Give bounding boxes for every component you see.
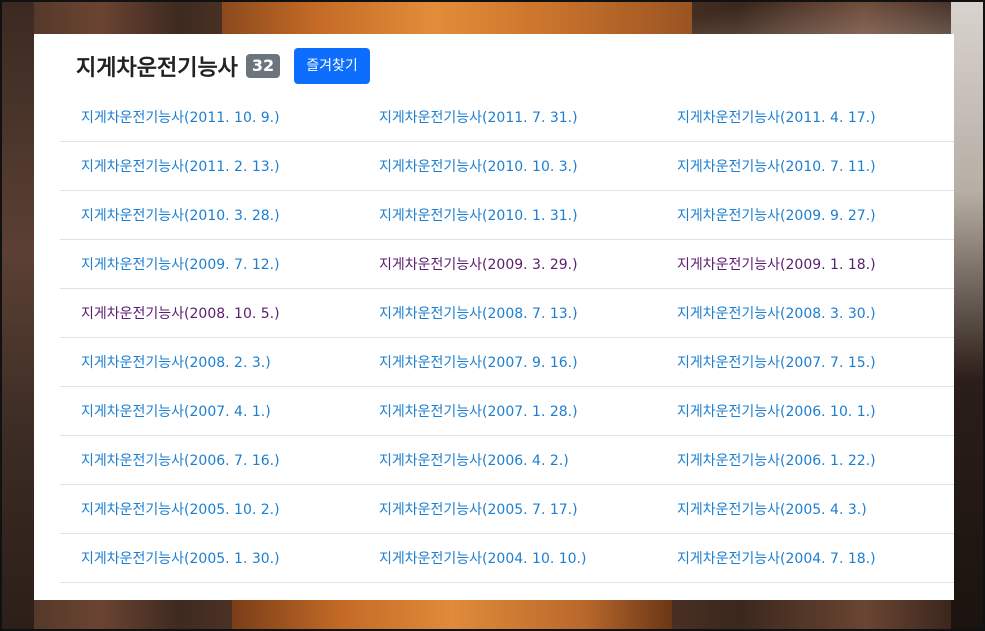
list-item: 지게차운전기능사(2004. 7. 18.) bbox=[656, 548, 954, 568]
list-item: 지게차운전기능사(2008. 3. 30.) bbox=[656, 303, 954, 323]
list-item: 지게차운전기능사(2009. 3. 29.) bbox=[358, 254, 656, 274]
exam-link[interactable]: 지게차운전기능사(2009. 1. 18.) bbox=[677, 257, 876, 273]
exam-link[interactable]: 지게차운전기능사(2009. 7. 12.) bbox=[81, 257, 280, 273]
exam-link[interactable]: 지게차운전기능사(2011. 7. 31.) bbox=[379, 110, 578, 126]
list-item: 지게차운전기능사(2007. 1. 28.) bbox=[358, 401, 656, 421]
table-row: 지게차운전기능사(2008. 2. 3.) 지게차운전기능사(2007. 9. 1… bbox=[60, 338, 954, 387]
exam-link[interactable]: 지게차운전기능사(2010. 7. 11.) bbox=[677, 159, 876, 175]
table-row: 지게차운전기능사(2011. 2. 13.) 지게차운전기능사(2010. 10.… bbox=[60, 142, 954, 191]
list-item: 지게차운전기능사(2007. 4. 1.) bbox=[60, 401, 358, 421]
list-item: 지게차운전기능사(2006. 7. 16.) bbox=[60, 450, 358, 470]
exam-link-grid: 지게차운전기능사(2011. 10. 9.) 지게차운전기능사(2011. 7. … bbox=[60, 93, 954, 583]
exam-link[interactable]: 지게차운전기능사(2007. 1. 28.) bbox=[379, 404, 578, 420]
background-photo-left bbox=[2, 2, 34, 629]
exam-link[interactable]: 지게차운전기능사(2010. 3. 28.) bbox=[81, 208, 280, 224]
exam-link[interactable]: 지게차운전기능사(2007. 4. 1.) bbox=[81, 404, 271, 420]
list-item: 지게차운전기능사(2010. 1. 31.) bbox=[358, 205, 656, 225]
list-item: 지게차운전기능사(2005. 7. 17.) bbox=[358, 499, 656, 519]
table-row: 지게차운전기능사(2005. 1. 30.) 지게차운전기능사(2004. 10.… bbox=[60, 534, 954, 583]
table-row: 지게차운전기능사(2007. 4. 1.) 지게차운전기능사(2007. 1. 2… bbox=[60, 387, 954, 436]
exam-link[interactable]: 지게차운전기능사(2009. 9. 27.) bbox=[677, 208, 876, 224]
background-frame: 지게차운전기능사 32 즐겨찾기 지게차운전기능사(2011. 10. 9.) 지… bbox=[0, 0, 985, 631]
list-item: 지게차운전기능사(2009. 1. 18.) bbox=[656, 254, 954, 274]
exam-link[interactable]: 지게차운전기능사(2008. 7. 13.) bbox=[379, 306, 578, 322]
list-item: 지게차운전기능사(2011. 2. 13.) bbox=[60, 156, 358, 176]
list-item: 지게차운전기능사(2009. 7. 12.) bbox=[60, 254, 358, 274]
exam-link[interactable]: 지게차운전기능사(2005. 1. 30.) bbox=[81, 551, 280, 567]
exam-link[interactable]: 지게차운전기능사(2005. 4. 3.) bbox=[677, 502, 867, 518]
background-photo-bottom bbox=[232, 600, 672, 629]
exam-list-panel: 지게차운전기능사 32 즐겨찾기 지게차운전기능사(2011. 10. 9.) 지… bbox=[34, 34, 954, 600]
list-item: 지게차운전기능사(2005. 10. 2.) bbox=[60, 499, 358, 519]
list-item: 지게차운전기능사(2010. 3. 28.) bbox=[60, 205, 358, 225]
list-item: 지게차운전기능사(2004. 10. 10.) bbox=[358, 548, 656, 568]
table-row: 지게차운전기능사(2006. 7. 16.) 지게차운전기능사(2006. 4. … bbox=[60, 436, 954, 485]
exam-link[interactable]: 지게차운전기능사(2011. 10. 9.) bbox=[81, 110, 280, 126]
count-badge: 32 bbox=[245, 54, 281, 78]
list-item: 지게차운전기능사(2006. 1. 22.) bbox=[656, 450, 954, 470]
exam-link[interactable]: 지게차운전기능사(2009. 3. 29.) bbox=[379, 257, 578, 273]
exam-link[interactable]: 지게차운전기능사(2008. 2. 3.) bbox=[81, 355, 271, 371]
table-row: 지게차운전기능사(2005. 10. 2.) 지게차운전기능사(2005. 7. … bbox=[60, 485, 954, 534]
exam-link[interactable]: 지게차운전기능사(2008. 10. 5.) bbox=[81, 306, 280, 322]
list-item: 지게차운전기능사(2010. 10. 3.) bbox=[358, 156, 656, 176]
exam-link[interactable]: 지게차운전기능사(2005. 10. 2.) bbox=[81, 502, 280, 518]
list-item: 지게차운전기능사(2006. 10. 1.) bbox=[656, 401, 954, 421]
exam-link[interactable]: 지게차운전기능사(2006. 7. 16.) bbox=[81, 453, 280, 469]
exam-link[interactable]: 지게차운전기능사(2006. 10. 1.) bbox=[677, 404, 876, 420]
favorite-button[interactable]: 즐겨찾기 bbox=[294, 48, 370, 84]
exam-link[interactable]: 지게차운전기능사(2008. 3. 30.) bbox=[677, 306, 876, 322]
list-item: 지게차운전기능사(2008. 2. 3.) bbox=[60, 352, 358, 372]
exam-link[interactable]: 지게차운전기능사(2005. 7. 17.) bbox=[379, 502, 578, 518]
exam-link[interactable]: 지게차운전기능사(2010. 1. 31.) bbox=[379, 208, 578, 224]
exam-link[interactable]: 지게차운전기능사(2011. 4. 17.) bbox=[677, 110, 876, 126]
table-row: 지게차운전기능사(2011. 10. 9.) 지게차운전기능사(2011. 7. … bbox=[60, 93, 954, 142]
list-item: 지게차운전기능사(2007. 9. 16.) bbox=[358, 352, 656, 372]
exam-link[interactable]: 지게차운전기능사(2004. 7. 18.) bbox=[677, 551, 876, 567]
list-item: 지게차운전기능사(2009. 9. 27.) bbox=[656, 205, 954, 225]
page-title: 지게차운전기능사 bbox=[76, 56, 238, 81]
background-photo-top bbox=[222, 2, 692, 36]
exam-link[interactable]: 지게차운전기능사(2011. 2. 13.) bbox=[81, 159, 280, 175]
panel-header: 지게차운전기능사 32 즐겨찾기 bbox=[76, 46, 370, 86]
list-item: 지게차운전기능사(2005. 1. 30.) bbox=[60, 548, 358, 568]
exam-link[interactable]: 지게차운전기능사(2007. 7. 15.) bbox=[677, 355, 876, 371]
exam-link[interactable]: 지게차운전기능사(2006. 1. 22.) bbox=[677, 453, 876, 469]
table-row: 지게차운전기능사(2010. 3. 28.) 지게차운전기능사(2010. 1. … bbox=[60, 191, 954, 240]
list-item: 지게차운전기능사(2008. 10. 5.) bbox=[60, 303, 358, 323]
list-item: 지게차운전기능사(2007. 7. 15.) bbox=[656, 352, 954, 372]
table-row: 지게차운전기능사(2009. 7. 12.) 지게차운전기능사(2009. 3. … bbox=[60, 240, 954, 289]
background-photo-right bbox=[951, 2, 983, 629]
exam-link[interactable]: 지게차운전기능사(2010. 10. 3.) bbox=[379, 159, 578, 175]
list-item: 지게차운전기능사(2006. 4. 2.) bbox=[358, 450, 656, 470]
list-item: 지게차운전기능사(2011. 4. 17.) bbox=[656, 107, 954, 127]
list-item: 지게차운전기능사(2011. 7. 31.) bbox=[358, 107, 656, 127]
exam-link[interactable]: 지게차운전기능사(2007. 9. 16.) bbox=[379, 355, 578, 371]
list-item: 지게차운전기능사(2005. 4. 3.) bbox=[656, 499, 954, 519]
exam-link[interactable]: 지게차운전기능사(2006. 4. 2.) bbox=[379, 453, 569, 469]
exam-link[interactable]: 지게차운전기능사(2004. 10. 10.) bbox=[379, 551, 586, 567]
list-item: 지게차운전기능사(2010. 7. 11.) bbox=[656, 156, 954, 176]
list-item: 지게차운전기능사(2008. 7. 13.) bbox=[358, 303, 656, 323]
list-item: 지게차운전기능사(2011. 10. 9.) bbox=[60, 107, 358, 127]
table-row: 지게차운전기능사(2008. 10. 5.) 지게차운전기능사(2008. 7. … bbox=[60, 289, 954, 338]
